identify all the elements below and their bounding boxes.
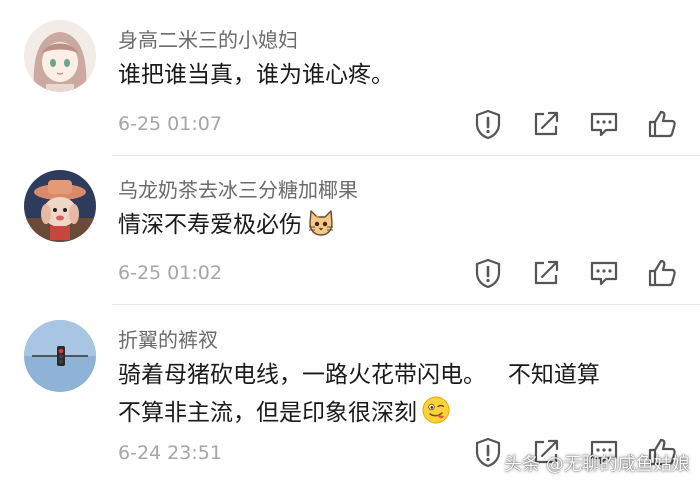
like-icon[interactable]	[646, 257, 678, 289]
report-icon[interactable]	[472, 108, 504, 140]
comment-username[interactable]: 身高二米三的小媳妇	[118, 24, 298, 53]
reply-icon[interactable]	[588, 108, 620, 140]
comment-text: 情深不寿爱极必伤	[118, 206, 336, 244]
avatar[interactable]	[24, 170, 96, 242]
report-icon[interactable]	[472, 257, 504, 289]
tongue-out-emoji	[421, 395, 451, 425]
comment-text-line: 骑着母猪砍电线，一路火花带闪电。 不知道算	[118, 362, 600, 388]
report-icon[interactable]	[472, 436, 504, 468]
comment-text: 骑着母猪砍电线，一路火花带闪电。 不知道算 不算非主流，但是印象很深刻	[118, 356, 600, 432]
avatar[interactable]	[24, 20, 96, 92]
share-icon[interactable]	[530, 108, 562, 140]
comment-text-line: 谁把谁当真，谁为谁心疼。	[118, 62, 394, 88]
share-icon[interactable]	[530, 257, 562, 289]
comment-text: 谁把谁当真，谁为谁心疼。	[118, 56, 394, 94]
comment-time: 6-25 01:07	[118, 113, 222, 135]
comment-username[interactable]: 乌龙奶茶去冰三分糖加椰果	[118, 174, 358, 203]
comment-username[interactable]: 折翼的裤衩	[118, 324, 218, 353]
comment-item: 身高二米三的小媳妇 谁把谁当真，谁为谁心疼。 6-25 01:07	[0, 0, 700, 160]
avatar[interactable]	[24, 320, 96, 392]
comment-item: 乌龙奶茶去冰三分糖加椰果 情深不寿爱极必伤 6-25 01:02	[0, 155, 700, 305]
cat-face-emoji	[306, 207, 336, 237]
like-icon[interactable]	[646, 108, 678, 140]
comment-text-line: 情深不寿爱极必伤	[118, 212, 302, 238]
reply-icon[interactable]	[588, 257, 620, 289]
comment-text-line: 不算非主流，但是印象很深刻	[118, 400, 417, 426]
comment-text-line-wrap: 不算非主流，但是印象很深刻	[118, 394, 600, 432]
watermark: 头条 @无聊的咸鱼姑娘	[504, 454, 690, 475]
comment-time: 6-25 01:02	[118, 262, 222, 284]
comment-time: 6-24 23:51	[118, 442, 222, 464]
